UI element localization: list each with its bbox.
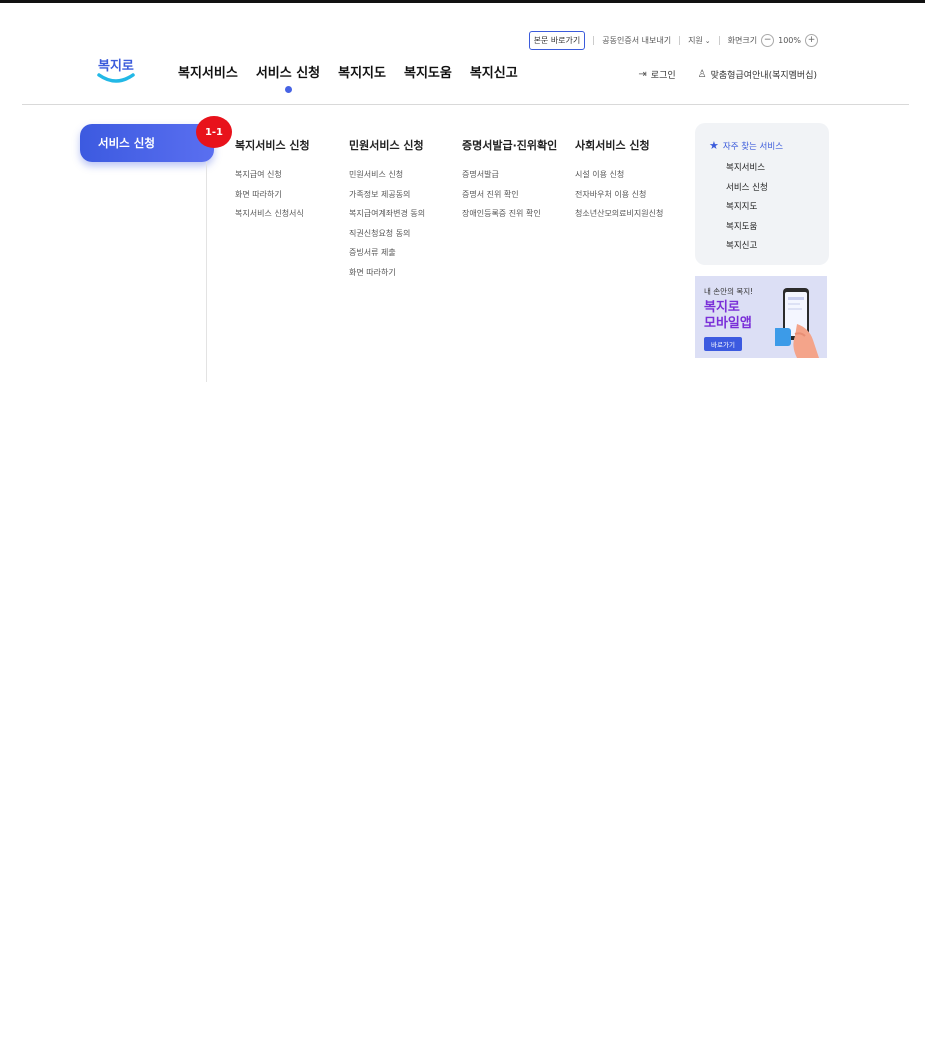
membership-label: 맞춤형급여안내(복지멤버십) xyxy=(710,71,817,81)
favorite-link[interactable]: 복지신고 xyxy=(726,237,768,257)
nav-welfare-map[interactable]: 복지지도 xyxy=(338,62,386,81)
submenu-link[interactable]: 직권신청요청 동의 xyxy=(349,224,425,244)
submenu-column-social-service: 사회서비스 신청 시설 이용 신청 전자바우처 이용 신청 청소년산모의료비지원… xyxy=(575,137,663,224)
column-title[interactable]: 증명서발급·진위확인 xyxy=(462,137,557,153)
submenu-link[interactable]: 장애인등록증 진위 확인 xyxy=(462,204,557,224)
favorites-title: ★ 자주 찾는 서비스 xyxy=(709,139,783,152)
zoom-out-button[interactable]: − xyxy=(761,34,775,47)
submenu-divider xyxy=(206,162,207,382)
nav-welfare-report[interactable]: 복지신고 xyxy=(470,62,518,81)
utility-bar: 본문 바로가기 공동인증서 내보내기 지원 ⌄ 화면크기 − 100% + xyxy=(528,31,822,50)
nav-welfare-help[interactable]: 복지도움 xyxy=(404,62,452,81)
favorite-link[interactable]: 서비스 신청 xyxy=(726,179,768,199)
mobile-app-banner[interactable]: 내 손안의 복지! 복지로 모바일앱 바로가기 xyxy=(695,276,827,358)
chevron-down-icon: ⌄ xyxy=(704,37,711,45)
annotation-badge: 1-1 xyxy=(196,116,232,148)
main-navigation: 복지서비스 서비스 신청 복지지도 복지도움 복지신고 xyxy=(178,62,536,93)
phone-hand-illustration xyxy=(775,288,819,358)
divider xyxy=(679,36,681,45)
favorite-link[interactable]: 복지도움 xyxy=(726,218,768,238)
zoom-in-button[interactable]: + xyxy=(805,34,818,47)
favorites-list: 복지서비스 서비스 신청 복지지도 복지도움 복지신고 xyxy=(726,159,768,257)
logo-wordmark: 복지로 xyxy=(98,59,134,74)
submenu-link[interactable]: 전자바우처 이용 신청 xyxy=(575,185,663,205)
column-title[interactable]: 사회서비스 신청 xyxy=(575,137,663,153)
submenu-link[interactable]: 청소년산모의료비지원신청 xyxy=(575,204,663,224)
submenu-link[interactable]: 화면 따라하기 xyxy=(235,185,310,205)
font-size-label: 화면크기 xyxy=(727,36,758,45)
column-title[interactable]: 복지서비스 신청 xyxy=(235,137,310,153)
submenu-column-certificate: 증명서발급·진위확인 증명서발급 증명서 진위 확인 장애인등록증 진위 확인 xyxy=(462,137,557,224)
favorite-link[interactable]: 복지서비스 xyxy=(726,159,768,179)
zoom-level: 100% xyxy=(778,36,801,45)
user-add-icon: ♙ xyxy=(697,69,707,80)
user-links: ⇥ 로그인 ♙ 맞춤형급여안내(복지멤버십) xyxy=(616,68,817,81)
banner-tagline: 내 손안의 복지! xyxy=(704,287,754,296)
certificate-export-link[interactable]: 공동인증서 내보내기 xyxy=(602,35,671,46)
submenu-link[interactable]: 복지급여 신청 xyxy=(235,165,310,185)
submenu-link[interactable]: 복지급여계좌변경 동의 xyxy=(349,204,425,224)
submenu-link[interactable]: 증빙서류 제출 xyxy=(349,243,425,263)
site-logo[interactable]: 복지로 xyxy=(96,53,136,89)
skip-to-content-link[interactable]: 본문 바로가기 xyxy=(528,31,586,50)
top-border xyxy=(0,0,925,3)
login-link[interactable]: ⇥ 로그인 xyxy=(638,68,675,81)
login-icon: ⇥ xyxy=(638,69,647,80)
star-icon: ★ xyxy=(709,139,719,152)
submenu-link[interactable]: 화면 따라하기 xyxy=(349,263,425,283)
login-label: 로그인 xyxy=(650,71,676,81)
support-menu[interactable]: 지원 ⌄ xyxy=(688,35,711,46)
membership-link[interactable]: ♙ 맞춤형급여안내(복지멤버십) xyxy=(698,68,817,81)
submenu-column-civil-application: 민원서비스 신청 민원서비스 신청 가족정보 제공동의 복지급여계좌변경 동의 … xyxy=(349,137,425,283)
banner-go-button[interactable]: 바로가기 xyxy=(704,337,742,351)
submenu-link[interactable]: 복지서비스 신청서식 xyxy=(235,204,310,224)
column-title[interactable]: 민원서비스 신청 xyxy=(349,137,425,153)
nav-welfare-services[interactable]: 복지서비스 xyxy=(178,62,238,81)
submenu-link[interactable]: 시설 이용 신청 xyxy=(575,165,663,185)
divider xyxy=(593,36,595,45)
nav-service-application[interactable]: 서비스 신청 xyxy=(256,62,320,93)
submenu-link[interactable]: 증명서 진위 확인 xyxy=(462,185,557,205)
divider xyxy=(718,36,720,45)
submenu-column-welfare-application: 복지서비스 신청 복지급여 신청 화면 따라하기 복지서비스 신청서식 xyxy=(235,137,310,224)
logo-image: 복지로 xyxy=(97,59,135,83)
support-label: 지원 xyxy=(688,36,703,45)
favorites-title-label: 자주 찾는 서비스 xyxy=(722,141,784,152)
submenu-link[interactable]: 민원서비스 신청 xyxy=(349,165,425,185)
favorite-link[interactable]: 복지지도 xyxy=(726,198,768,218)
banner-title-line2: 모바일앱 xyxy=(704,316,752,331)
favorites-panel: ★ 자주 찾는 서비스 복지서비스 서비스 신청 복지지도 복지도움 복지신고 xyxy=(695,123,829,265)
submenu-link[interactable]: 가족정보 제공동의 xyxy=(349,185,425,205)
banner-title-line1: 복지로 xyxy=(704,300,740,315)
submenu-link[interactable]: 증명서발급 xyxy=(462,165,557,185)
submenu-section-title[interactable]: 서비스 신청 xyxy=(80,124,214,162)
header-divider xyxy=(22,104,909,105)
